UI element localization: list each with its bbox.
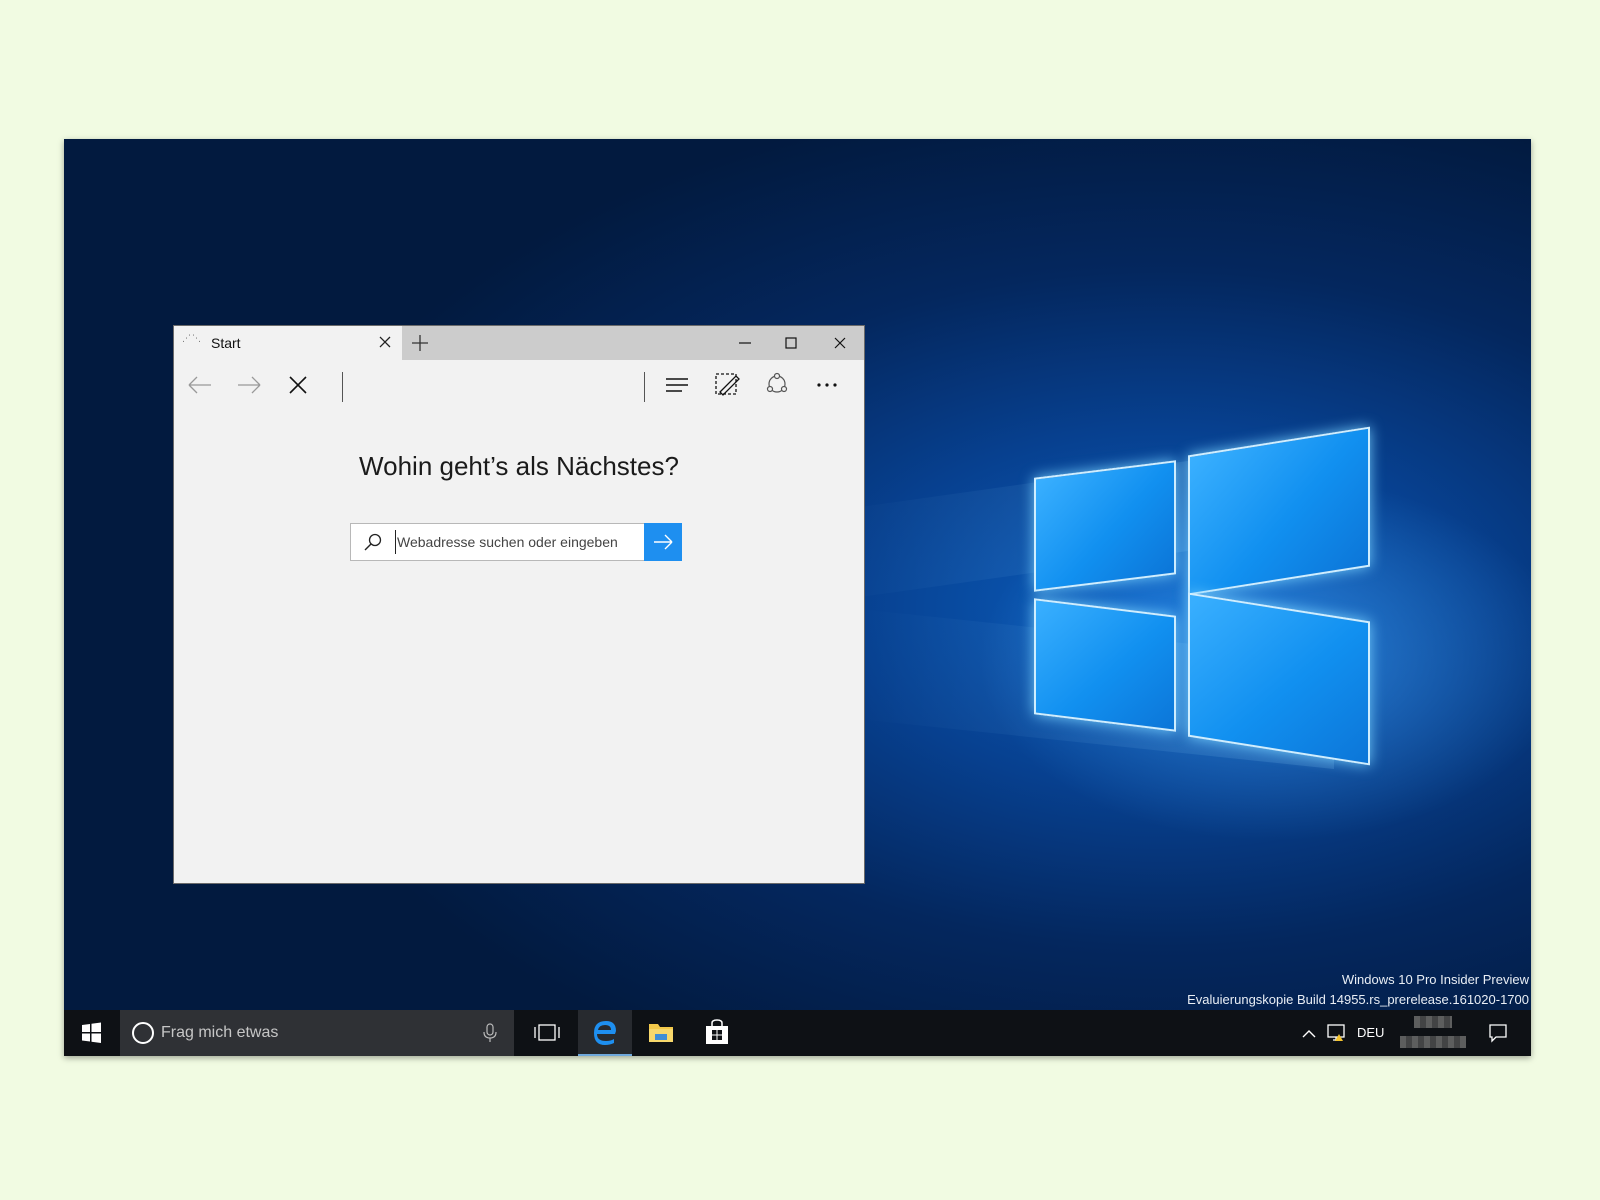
file-explorer-button[interactable] [634, 1010, 688, 1056]
edge-taskbar-button[interactable] [578, 1010, 632, 1056]
cortana-icon [132, 1022, 154, 1044]
folder-icon [649, 1024, 673, 1042]
task-view-icon [534, 1024, 560, 1041]
wallpaper-pane [1188, 426, 1370, 596]
edge-window: ⋰⋱ Start Wohin geht’s als Nächstes? [173, 325, 865, 884]
toolbar-separator [644, 372, 645, 402]
clock-date-redacted[interactable] [1400, 1036, 1466, 1048]
wallpaper-pane [1188, 592, 1370, 766]
cortana-placeholder: Frag mich etwas [161, 1024, 279, 1041]
new-tab-icon[interactable] [409, 332, 431, 354]
store-icon [706, 1019, 728, 1044]
loading-indicator-icon: ⋰⋱ [182, 333, 202, 343]
task-view-button[interactable] [520, 1010, 574, 1056]
tab-start[interactable]: ⋰⋱ Start [174, 326, 402, 360]
close-tab-icon[interactable] [375, 332, 395, 352]
chevron-up-icon[interactable] [1301, 1022, 1317, 1044]
address-search-box[interactable] [350, 523, 645, 561]
address-bar-separator [342, 372, 343, 402]
watermark-edition: Windows 10 Pro Insider Preview [1341, 972, 1529, 987]
store-button[interactable] [690, 1010, 744, 1056]
go-arrow-icon [654, 534, 673, 550]
more-icon[interactable] [812, 370, 842, 400]
title-bar: ⋰⋱ Start [174, 326, 864, 360]
taskbar: Frag mich etwas DEU [64, 1010, 1531, 1056]
hub-icon[interactable] [662, 370, 692, 400]
edge-icon [594, 1021, 616, 1045]
page-headline: Wohin geht’s als Nächstes? [359, 451, 679, 481]
maximize-button[interactable] [771, 330, 811, 356]
go-button[interactable] [644, 523, 682, 561]
cortana-search-box[interactable]: Frag mich etwas [120, 1010, 514, 1056]
notification-icon[interactable] [1487, 1022, 1509, 1044]
clock-time-redacted[interactable] [1414, 1016, 1452, 1028]
desktop: ⋰⋱ Start Wohin geht’s als Nächstes? Weba… [64, 139, 1531, 1056]
language-indicator[interactable]: DEU [1357, 1025, 1384, 1040]
search-icon [364, 533, 382, 551]
tab-title: Start [211, 335, 241, 351]
windows-logo-icon [82, 1022, 101, 1043]
microphone-icon[interactable] [480, 1022, 500, 1044]
forward-arrow-icon[interactable] [234, 370, 264, 400]
share-icon[interactable] [762, 370, 792, 400]
wallpaper-pane [1034, 460, 1176, 592]
close-window-button[interactable] [820, 330, 860, 356]
navigation-toolbar [174, 360, 864, 412]
address-search-input[interactable] [395, 530, 643, 554]
watermark-build: Evaluierungskopie Build 14955.rs_prerele… [1187, 992, 1529, 1007]
minimize-button[interactable] [725, 330, 765, 356]
start-button[interactable] [64, 1010, 118, 1056]
web-note-icon[interactable] [712, 370, 742, 400]
wallpaper-pane [1034, 598, 1176, 732]
back-arrow-icon[interactable] [185, 370, 215, 400]
network-icon[interactable] [1326, 1022, 1348, 1044]
stop-icon[interactable] [283, 370, 313, 400]
